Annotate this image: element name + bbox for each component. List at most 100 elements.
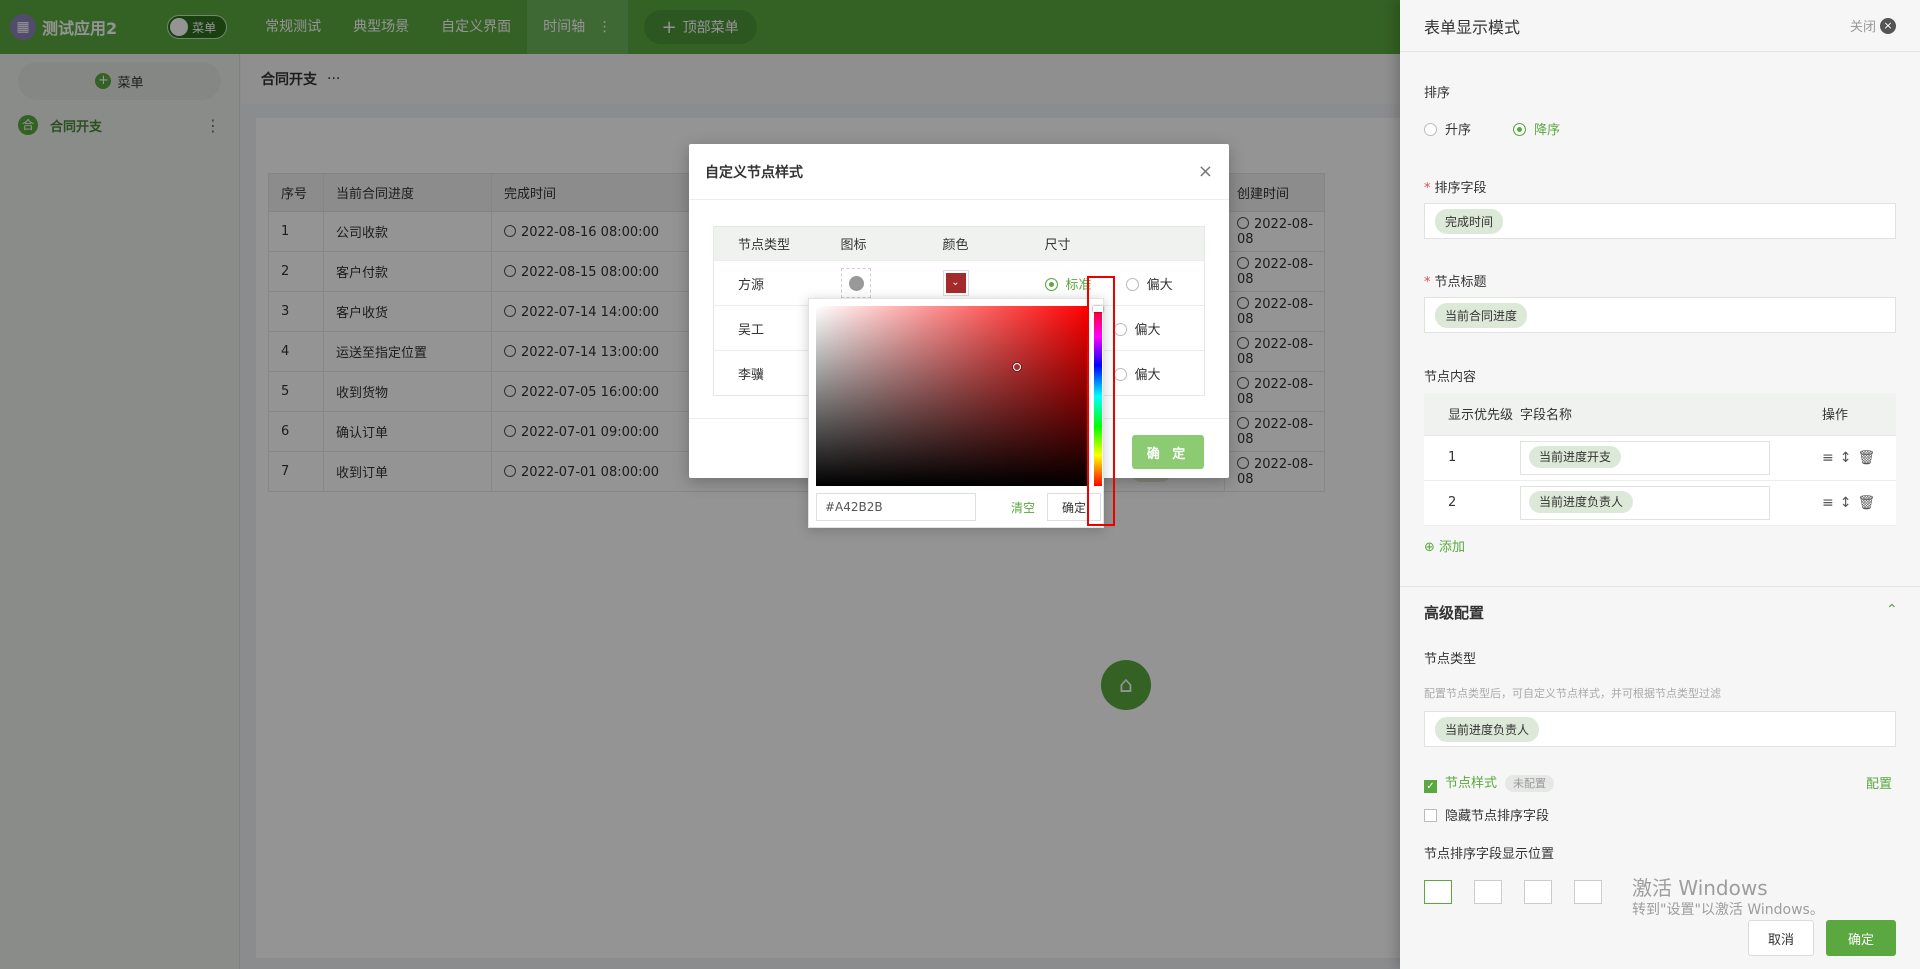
modal-title: 自定义节点样式 <box>705 164 803 181</box>
checkbox-checked-icon: ✓ <box>1424 780 1437 793</box>
drawer-close-button[interactable]: 关闭 × <box>1850 16 1896 35</box>
node-style-checkbox[interactable]: ✓ 节点样式 未配置 <box>1424 772 1555 793</box>
node-style-label: 节点样式 <box>1445 776 1498 791</box>
saturation-value-area[interactable] <box>816 306 1088 486</box>
sort-desc-label: 降序 <box>1534 123 1561 138</box>
node-content-table: 显示优先级 字段名称 操作 1 当前进度开支 ≡↕🗑 2 当前进度负责人 ≡↕🗑 <box>1424 393 1896 526</box>
drawer-header: 表单显示模式 关闭 × <box>1400 0 1920 52</box>
col-field-name: 字段名称 <box>1518 393 1798 436</box>
size-large-label: 偏大 <box>1146 277 1173 293</box>
col-color: 颜色 <box>918 226 1021 261</box>
node-type-select[interactable]: 当前进度负责人 <box>1424 711 1896 747</box>
node-title-label-text: 节点标题 <box>1434 275 1487 290</box>
operation-cell: ≡↕🗑 <box>1798 480 1896 526</box>
table-row: 2 当前进度负责人 ≡↕🗑 <box>1424 480 1896 526</box>
priority-cell: 1 <box>1424 435 1518 481</box>
sort-asc-label: 升序 <box>1445 123 1472 138</box>
node-title-select[interactable]: 当前合同进度 <box>1424 297 1896 333</box>
size-large-radio[interactable]: 偏大 <box>1113 367 1161 383</box>
drawer-title: 表单显示模式 <box>1424 17 1521 37</box>
table-row: 1 当前进度开支 ≡↕🗑 <box>1424 435 1896 481</box>
activation-watermark-title: 激活 Windows <box>1632 876 1768 900</box>
sort-field-label: * 排序字段 <box>1424 181 1487 196</box>
highlight-box <box>1087 276 1115 526</box>
sort-icon[interactable]: ≡↕ <box>1822 495 1857 511</box>
close-icon[interactable]: × <box>1198 161 1213 182</box>
sort-asc-radio[interactable]: 升序 <box>1424 123 1509 138</box>
hex-color-input[interactable]: #A42B2B <box>816 493 976 521</box>
field-select[interactable]: 当前进度开支 <box>1520 440 1770 475</box>
chevron-up-icon[interactable]: ⌃ <box>1886 602 1898 618</box>
confirm-button[interactable]: 确定 <box>1826 920 1896 956</box>
node-content-header: 显示优先级 字段名称 操作 <box>1424 393 1896 436</box>
trash-icon[interactable]: 🗑 <box>1857 495 1881 511</box>
size-large-label: 偏大 <box>1134 367 1161 383</box>
icon-picker[interactable] <box>840 268 871 298</box>
close-icon: × <box>1880 17 1896 34</box>
size-large-label: 偏大 <box>1134 322 1161 338</box>
col-icon: 图标 <box>816 226 919 261</box>
field-cell: 当前进度开支 <box>1518 435 1798 481</box>
checkbox-icon <box>1424 809 1437 822</box>
divider <box>1400 586 1920 587</box>
radio-icon <box>1113 367 1127 381</box>
node-type-label: 节点类型 <box>1424 652 1477 667</box>
color-picker-panel: #A42B2B 清空 确定 <box>808 298 1104 528</box>
sort-field-chip: 完成时间 <box>1435 208 1504 234</box>
position-option-right[interactable] <box>1524 880 1552 904</box>
color-cursor[interactable] <box>1013 363 1021 371</box>
node-type-cell: 方源 <box>713 260 817 306</box>
radio-icon <box>1424 123 1437 136</box>
sort-desc-radio[interactable]: 降序 <box>1513 123 1560 138</box>
field-chip: 当前进度负责人 <box>1529 490 1634 513</box>
radio-icon <box>1125 277 1139 291</box>
sort-icon[interactable]: ≡↕ <box>1822 450 1857 466</box>
field-select[interactable]: 当前进度负责人 <box>1520 485 1770 520</box>
add-field-button[interactable]: ⊕ 添加 <box>1424 536 1465 555</box>
sort-label: 排序 <box>1424 86 1451 101</box>
position-option-bottom[interactable] <box>1574 880 1602 904</box>
field-cell: 当前进度负责人 <box>1518 480 1798 526</box>
sort-radio-group: 升序 降序 <box>1424 119 1560 138</box>
trash-icon[interactable]: 🗑 <box>1857 450 1881 466</box>
sort-field-select[interactable]: 完成时间 <box>1424 203 1896 239</box>
node-type-cell: 吴工 <box>713 305 817 351</box>
circle-icon <box>848 276 864 291</box>
display-mode-drawer: 表单显示模式 关闭 × 排序 升序 降序 * 排序字段 完成时间 * 节点标题 当前… <box>1400 0 1920 969</box>
priority-cell: 2 <box>1424 480 1518 526</box>
config-link[interactable]: 配置 <box>1866 773 1892 792</box>
col-size: 尺寸 <box>1020 226 1205 261</box>
close-label: 关闭 <box>1849 20 1876 35</box>
node-title-label: * 节点标题 <box>1424 275 1487 290</box>
sort-field-label-text: 排序字段 <box>1434 181 1487 196</box>
position-option-top[interactable] <box>1424 880 1452 904</box>
modal-ok-button[interactable]: 确 定 <box>1132 435 1204 469</box>
radio-icon <box>1113 322 1127 336</box>
status-badge: 未配置 <box>1505 775 1555 792</box>
field-chip: 当前进度开支 <box>1529 445 1622 468</box>
col-operation: 操作 <box>1798 393 1896 436</box>
add-field-label: 添加 <box>1439 540 1466 555</box>
chevron-down-icon: ⌄ <box>945 273 966 293</box>
position-option-left[interactable] <box>1474 880 1502 904</box>
modal-header: 自定义节点样式 × <box>689 144 1229 200</box>
node-type-cell: 李骥 <box>713 350 817 396</box>
size-large-radio[interactable]: 偏大 <box>1125 277 1173 293</box>
col-priority: 显示优先级 <box>1424 393 1518 436</box>
sort-position-label: 节点排序字段显示位置 <box>1424 847 1555 862</box>
cancel-button[interactable]: 取消 <box>1748 920 1814 956</box>
node-style-header: 节点类型 图标 颜色 尺寸 <box>713 226 1205 261</box>
color-picker-trigger[interactable]: ⌄ <box>942 270 969 296</box>
col-node-type: 节点类型 <box>713 226 817 261</box>
operation-cell: ≡↕🗑 <box>1798 435 1896 481</box>
node-type-chip: 当前进度负责人 <box>1435 716 1540 742</box>
size-large-radio[interactable]: 偏大 <box>1113 322 1161 338</box>
plus-circle-icon: ⊕ <box>1424 540 1435 555</box>
advanced-config-title: 高级配置 <box>1424 604 1485 622</box>
node-title-chip: 当前合同进度 <box>1435 302 1528 328</box>
clear-color-button[interactable]: 清空 <box>1011 499 1035 516</box>
hide-sort-label: 隐藏节点排序字段 <box>1445 809 1550 824</box>
hide-sort-checkbox[interactable]: 隐藏节点排序字段 <box>1424 805 1549 824</box>
node-type-hint: 配置节点类型后，可自定义节点样式，并可根据节点类型过滤 <box>1424 687 1721 700</box>
node-content-label: 节点内容 <box>1424 370 1477 385</box>
